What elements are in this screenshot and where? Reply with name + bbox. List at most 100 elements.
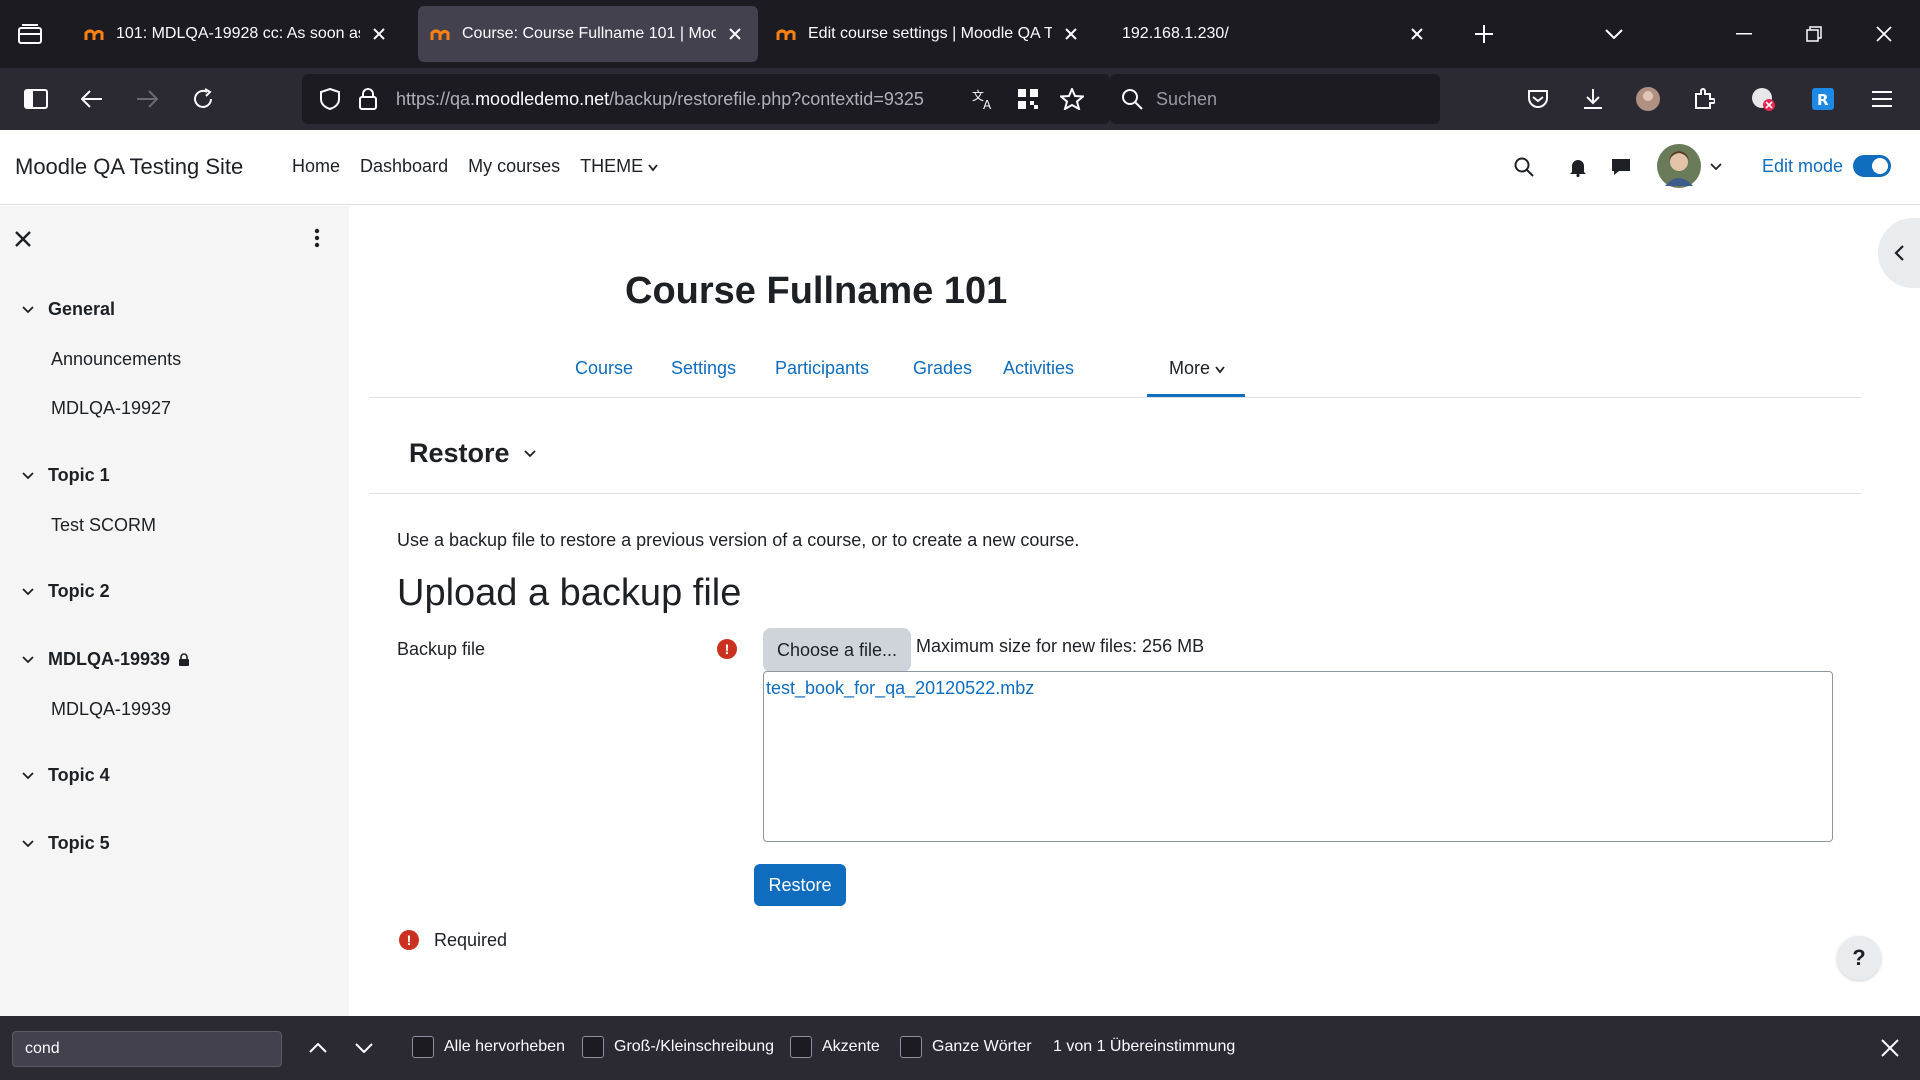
section-label: MDLQA-19939: [48, 649, 171, 669]
sidebar-item-announcements[interactable]: Announcements: [51, 349, 181, 370]
section-topic-1[interactable]: Topic 1: [22, 465, 110, 486]
tab-edit-course-settings[interactable]: Edit course settings | Moodle QA Testin: [764, 6, 1094, 62]
tab-settings[interactable]: Settings: [671, 358, 736, 379]
section-label: Topic 1: [48, 465, 110, 485]
tab-192-168-1-230[interactable]: 192.168.1.230/: [1110, 6, 1440, 62]
file-drop-area[interactable]: test_book_for_qa_20120522.mbz: [763, 671, 1833, 842]
checkbox: [790, 1036, 812, 1058]
selected-file-link[interactable]: test_book_for_qa_20120522.mbz: [766, 678, 1034, 699]
tab-course-fullname[interactable]: Course: Course Fullname 101 | Moodle: [418, 6, 758, 62]
checkbox: [412, 1036, 434, 1058]
extensions-icon[interactable]: [1686, 81, 1722, 117]
section-topic-2[interactable]: Topic 2: [22, 581, 110, 602]
tab-participants[interactable]: Participants: [775, 358, 869, 379]
tab-mdlqa-19928[interactable]: 101: MDLQA-19928 cc: As soon as we l: [72, 6, 402, 62]
moodle-favicon-icon: [776, 27, 798, 41]
option-label: Ganze Wörter: [932, 1038, 1032, 1055]
url-text[interactable]: https://qa.moodledemo.net/backup/restore…: [396, 89, 924, 110]
tab-grades[interactable]: Grades: [913, 358, 972, 379]
search-icon[interactable]: [1506, 149, 1542, 185]
open-block-drawer-button[interactable]: [1878, 218, 1920, 288]
search-bar[interactable]: Suchen: [1110, 74, 1440, 124]
close-drawer-icon[interactable]: [12, 228, 34, 250]
new-tab-icon[interactable]: [1466, 16, 1502, 52]
restore-button[interactable]: Restore: [754, 864, 846, 906]
active-tab-indicator: [1147, 394, 1245, 397]
find-next-icon[interactable]: [346, 1030, 382, 1066]
extension-r-icon[interactable]: R: [1805, 81, 1841, 117]
required-icon: !: [399, 930, 419, 950]
bookmark-star-icon[interactable]: [1054, 81, 1090, 117]
sidebar-item-test-scorm[interactable]: Test SCORM: [51, 515, 156, 536]
nav-theme[interactable]: THEME: [570, 156, 668, 177]
moodle-navbar: Moodle QA Testing Site Home Dashboard My…: [0, 130, 1920, 205]
svg-text:A: A: [983, 98, 992, 110]
chevron-down-icon[interactable]: [1698, 149, 1734, 185]
close-icon[interactable]: [1406, 23, 1428, 45]
forward-icon[interactable]: [129, 81, 165, 117]
chevron-down-icon: [22, 769, 36, 783]
find-previous-icon[interactable]: [300, 1030, 336, 1066]
tracking-protection-shield-icon[interactable]: [312, 81, 348, 117]
list-all-tabs-icon[interactable]: [1596, 16, 1632, 52]
chevron-down-icon: [22, 303, 36, 317]
minimize-icon[interactable]: [1726, 16, 1762, 52]
kebab-menu-icon[interactable]: [306, 228, 328, 250]
app-menu-icon[interactable]: [1864, 81, 1900, 117]
site-name[interactable]: Moodle QA Testing Site: [15, 154, 243, 180]
tab-course[interactable]: Course: [575, 358, 633, 379]
choose-file-button[interactable]: Choose a file...: [763, 628, 911, 672]
help-button[interactable]: ?: [1837, 936, 1881, 980]
chevron-down-icon: [22, 837, 36, 851]
messages-icon[interactable]: [1603, 149, 1639, 185]
account-avatar-icon[interactable]: [1630, 81, 1666, 117]
browser-window: 101: MDLQA-19928 cc: As soon as we l Cou…: [0, 0, 1920, 1080]
pocket-icon[interactable]: [1520, 81, 1556, 117]
user-avatar[interactable]: [1656, 143, 1702, 189]
restore-heading: Restore: [409, 438, 510, 468]
restore-menu[interactable]: Restore: [409, 438, 536, 469]
url-bar[interactable]: https://qa.moodledemo.net/backup/restore…: [302, 74, 1110, 124]
nav-my-courses[interactable]: My courses: [458, 156, 570, 177]
close-find-bar-icon[interactable]: [1872, 1030, 1908, 1066]
tab-more[interactable]: More: [1169, 358, 1225, 379]
notifications-bell-icon[interactable]: [1560, 149, 1596, 185]
close-icon[interactable]: [1060, 23, 1082, 45]
close-icon[interactable]: [724, 23, 746, 45]
toggle-knob: [1872, 158, 1888, 174]
highlight-all-checkbox[interactable]: Alle hervorheben: [412, 1036, 565, 1058]
translate-icon[interactable]: 文A: [966, 81, 1002, 117]
qr-code-icon[interactable]: [1010, 81, 1046, 117]
sidebar-item-mdlqa-19939[interactable]: MDLQA-19939: [51, 699, 171, 720]
edit-mode-toggle[interactable]: [1853, 155, 1891, 177]
sidebar-toggle-icon[interactable]: [18, 81, 54, 117]
option-label: Akzente: [822, 1038, 880, 1055]
reload-icon[interactable]: [185, 81, 221, 117]
firefox-view-icon[interactable]: [14, 20, 46, 48]
extension-blocked-icon[interactable]: [1745, 81, 1781, 117]
checkbox: [582, 1036, 604, 1058]
section-topic-5[interactable]: Topic 5: [22, 833, 110, 854]
find-input[interactable]: cond: [12, 1031, 282, 1067]
max-size-text: Maximum size for new files: 256 MB: [916, 636, 1205, 656]
section-topic-4[interactable]: Topic 4: [22, 765, 110, 786]
close-icon[interactable]: [368, 23, 390, 45]
restore-window-icon[interactable]: [1796, 16, 1832, 52]
tab-activities[interactable]: Activities: [1003, 358, 1074, 379]
match-diacritics-checkbox[interactable]: Akzente: [790, 1036, 880, 1058]
section-label: Topic 5: [48, 833, 110, 853]
section-general[interactable]: General: [22, 299, 115, 320]
url-path: /backup/restorefile.php?contextid=9325: [609, 89, 924, 109]
nav-home[interactable]: Home: [282, 156, 350, 177]
sidebar-item-mdlqa-19927[interactable]: MDLQA-19927: [51, 398, 171, 419]
nav-dashboard[interactable]: Dashboard: [350, 156, 458, 177]
close-window-icon[interactable]: [1866, 16, 1902, 52]
section-mdlqa-19939[interactable]: MDLQA-19939: [22, 649, 190, 670]
whole-words-checkbox[interactable]: Ganze Wörter: [900, 1036, 1032, 1058]
moodle-favicon-icon: [84, 27, 106, 41]
downloads-icon[interactable]: [1575, 81, 1611, 117]
match-case-checkbox[interactable]: Groß-/Kleinschreibung: [582, 1036, 774, 1058]
edit-mode-label: Edit mode: [1762, 156, 1844, 176]
back-icon[interactable]: [74, 81, 110, 117]
lock-icon[interactable]: [350, 81, 386, 117]
